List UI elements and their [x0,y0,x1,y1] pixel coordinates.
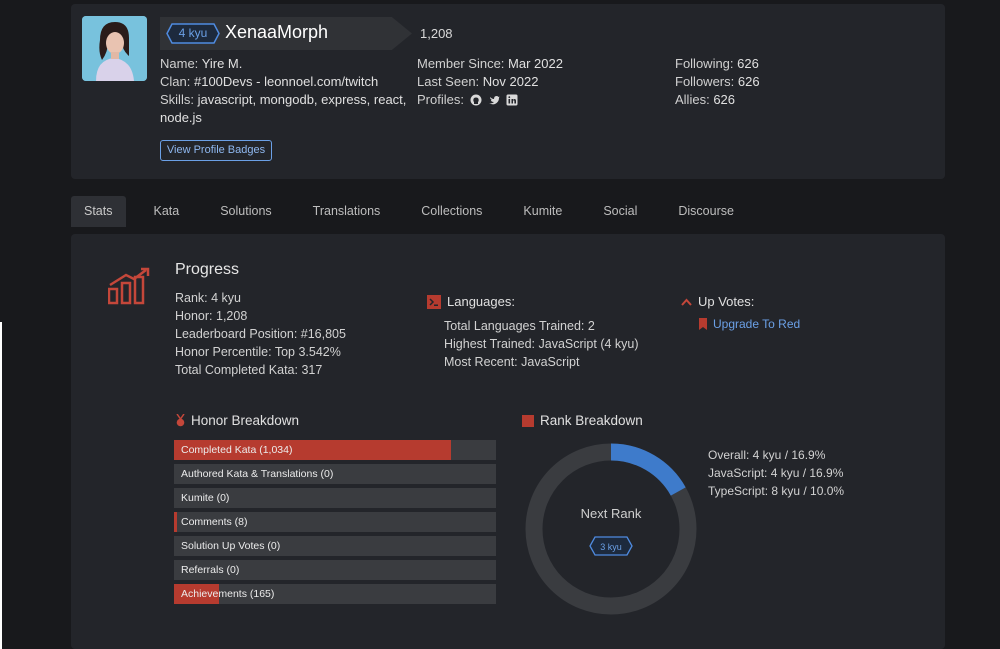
profile-tabs: Stats Kata Solutions Translations Collec… [71,196,762,227]
languages-recent: Most Recent: JavaScript [444,355,580,369]
progress-title: Progress [175,261,240,278]
honor-bar-label: Authored Kata & Translations (0) [181,468,334,480]
member-since-row: Member Since: Mar 2022 [417,56,563,71]
stat-leaderboard: Leaderboard Position: #16,805 [175,327,346,341]
last-seen-row: Last Seen: Nov 2022 [417,74,539,89]
languages-total: Total Languages Trained: 2 [444,319,595,333]
honor-bar-label: Solution Up Votes (0) [181,540,281,552]
languages-heading: Languages: [427,294,515,309]
linkedin-icon[interactable] [506,94,518,106]
honor-breakdown-bars: Completed Kata (1,034) Authored Kata & Tr… [174,440,496,608]
terminal-icon [427,294,441,309]
profile-info-col1: Name: Yire M. Clan: #100Devs - leonnoel.… [160,55,410,127]
avatar[interactable] [82,16,147,81]
next-rank-badge-label: 3 kyu [600,542,622,552]
progress-stats: Rank: 4 kyu Honor: 1,208 Leaderboard Pos… [175,289,346,379]
honor-bar: Kumite (0) [174,488,496,508]
honor-bar: Solution Up Votes (0) [174,536,496,556]
honor-bar: Comments (8) [174,512,496,532]
bookmark-icon [699,318,707,330]
github-icon[interactable] [470,94,482,106]
rank-typescript: TypeScript: 8 kyu / 10.0% [708,484,845,498]
honor-bar: Achievements (165) [174,584,496,604]
tab-solutions[interactable]: Solutions [207,196,284,227]
upvotes-heading: Up Votes: [681,294,754,309]
tab-translations[interactable]: Translations [300,196,394,227]
rank-breakdown-heading: Rank Breakdown [522,413,643,428]
honor-bar-label: Referrals (0) [181,564,240,576]
rank-square-icon [522,414,534,427]
rank-overall: Overall: 4 kyu / 16.9% [708,448,826,462]
honor-score: 1,208 [420,26,453,41]
profiles-row: Profiles: [417,91,657,109]
page-left-edge [0,322,2,649]
followers-row[interactable]: Followers: 626 [675,73,875,91]
tab-discourse[interactable]: Discourse [665,196,747,227]
following-row[interactable]: Following: 626 [675,55,875,73]
honor-bar-fill [174,512,178,532]
honor-bar: Referrals (0) [174,560,496,580]
name-row: Name: Yire M. [160,56,243,71]
stat-percentile: Honor Percentile: Top 3.542% [175,345,341,359]
languages-highest: Highest Trained: JavaScript (4 kyu) [444,337,639,351]
honor-bar: Completed Kata (1,034) [174,440,496,460]
honor-bar-label: Kumite (0) [181,492,230,504]
upgrade-to-red-link[interactable]: Upgrade To Red [699,317,800,331]
honor-breakdown-heading: Honor Breakdown [176,413,299,428]
tab-stats[interactable]: Stats [71,196,126,227]
stat-honor: Honor: 1,208 [175,309,248,323]
rank-javascript: JavaScript: 4 kyu / 16.9% [708,466,844,480]
rank-badge-label: 4 kyu [178,26,208,40]
tab-social[interactable]: Social [590,196,650,227]
honor-bar-label: Comments (8) [181,516,248,528]
honor-bar-label: Achievements (165) [181,588,275,600]
honor-bar: Authored Kata & Translations (0) [174,464,496,484]
skills-row-cont: node.js [160,110,202,125]
stat-rank: Rank: 4 kyu [175,291,242,305]
username: XenaaMorph [225,22,329,42]
profile-info-col3: Following: 626 Followers: 626 Allies: 62… [675,55,875,109]
medal-icon [176,414,185,427]
rank-badge: 4 kyu [166,23,220,44]
rank-progress-donut: Next Rank 3 kyu [525,443,697,615]
tab-kumite[interactable]: Kumite [510,196,575,227]
twitter-icon[interactable] [488,94,500,106]
allies-row[interactable]: Allies: 626 [675,91,875,109]
tab-kata[interactable]: Kata [141,196,193,227]
stat-completed-kata: Total Completed Kata: 317 [175,363,323,377]
clan-row: Clan: #100Devs - leonnoel.com/twitch [160,74,379,89]
view-profile-badges-button[interactable]: View Profile Badges [160,140,272,161]
donut-progress-arc [610,443,686,496]
tab-collections[interactable]: Collections [408,196,495,227]
progress-chart-icon [108,267,150,305]
languages-list: Total Languages Trained: 2 Highest Train… [444,317,639,371]
chevron-up-icon [681,298,692,306]
rank-breakdown-list: Overall: 4 kyu / 16.9% JavaScript: 4 kyu… [708,446,844,500]
honor-bar-label: Completed Kata (1,034) [181,444,293,456]
next-rank-label: Next Rank [581,506,642,521]
skills-row: Skills: javascript, mongodb, express, re… [160,92,407,107]
profile-info-col2: Member Since: Mar 2022 Last Seen: Nov 20… [417,55,657,109]
